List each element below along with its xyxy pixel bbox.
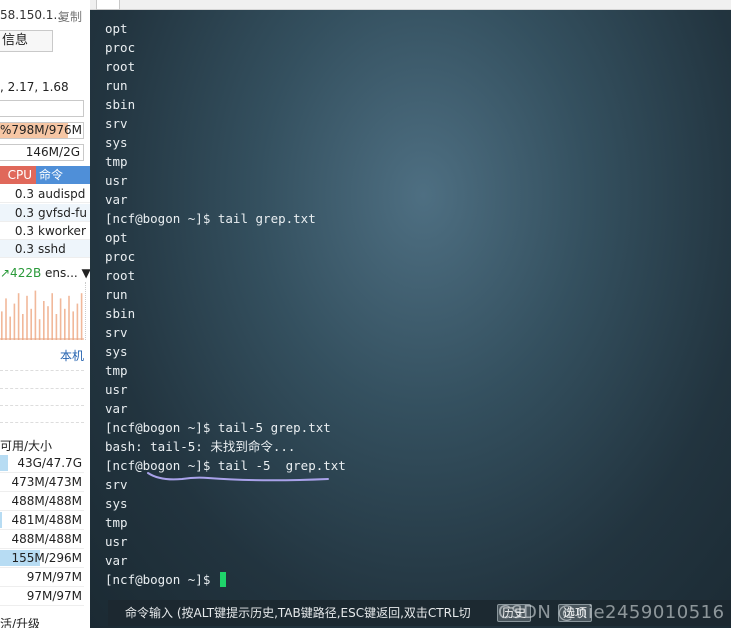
network-chart [0,282,86,340]
process-cpu: 0.3 [14,206,34,220]
disk-table-header: 可用/大小 [0,439,53,453]
process-command: audispd [38,187,86,201]
disk-usage-label: 43G/47.7G [17,456,82,470]
table-row[interactable]: 481M/488M [0,511,84,530]
disk-usage-fill [0,512,2,528]
network-chart-bar [22,314,24,340]
process-command: sshd [38,242,66,256]
network-chart-bar [1,311,3,340]
info-tab[interactable]: 信息 [0,30,53,52]
table-row[interactable]: 43G/47.7G [0,454,84,473]
network-chart-bar [26,295,28,340]
table-row[interactable]: 488M/488M [0,530,84,549]
divider [0,388,84,389]
network-traffic: ↗422B ens... ▼ [0,266,90,280]
network-chart-bar [9,316,11,340]
process-command: gvfsd-fu [38,206,87,220]
activate-link[interactable]: 活/升级 [0,615,40,628]
table-row[interactable]: 488M/488M [0,492,84,511]
copy-ip-button[interactable]: 复制 [58,8,82,25]
memory-usage-bar: %798M/976M [0,122,84,139]
network-chart-bar [76,303,79,340]
terminal-tab-bar [90,0,731,10]
divider [0,370,84,371]
handwritten-underline-annotation [147,472,329,482]
cpu-usage-bar [0,100,84,117]
table-row[interactable]: 97M/97M [0,568,84,587]
csdn-watermark: CSDN @nie2459010516 [498,602,725,623]
network-chart-bar [5,298,7,340]
disk-usage-label: 473M/473M [11,475,82,489]
network-chart-bar [51,293,53,340]
disk-usage-label: 488M/488M [11,494,82,508]
server-ip: 58.150.1... [0,8,65,22]
table-row[interactable]: 473M/473M [0,473,84,492]
table-row[interactable]: 97M/97M [0,587,84,606]
network-chart-bar [47,306,49,340]
disk-usage-fill [0,455,9,471]
table-row[interactable]: 0.3 kworker [0,222,90,240]
server-info-panel: 58.150.1... 复制 信息 , 2.17, 1.68 %798M/976… [0,0,90,628]
table-row[interactable]: 0.3 gvfsd-fu [0,204,90,222]
command-input-bar[interactable]: 命令输入 (按ALT键提示历史,TAB键路径,ESC键返回,双击CTRL切 历史… [108,600,731,626]
disk-usage-label: 155M/296M [11,551,82,565]
network-chart-bar [72,311,74,340]
network-interface: ens... [45,266,78,280]
load-average: , 2.17, 1.68 [0,80,69,94]
memory-usage-label: %798M/976M [0,123,82,137]
network-chart-bar [17,293,20,340]
network-chart-bar [38,319,41,340]
table-row[interactable]: 0.3 audispd [0,185,90,203]
network-chart-bar [13,303,16,340]
command-input-hint: 命令输入 (按ALT键提示历史,TAB键路径,ESC键返回,双击CTRL切 [125,606,471,620]
process-command: kworker [38,224,86,238]
process-cpu: 0.3 [14,187,34,201]
process-table-header: CPU 命令 [0,166,90,184]
swap-usage-label: 146M/2G [25,145,80,159]
terminal-window[interactable]: opt proc root run sbin srv sys tmp usr var [ncf@bo… [90,10,731,628]
interface-dropdown-icon[interactable]: ▼ [82,266,90,280]
terminal-tab[interactable] [96,0,120,10]
divider [0,422,84,423]
upload-rate: ↗422B [0,266,42,280]
underline-stroke [147,472,329,482]
disk-usage-label: 97M/97M [26,589,82,603]
table-row[interactable]: 0.3 sshd [0,240,90,258]
network-chart-bar [59,298,62,340]
process-cpu-column-header[interactable]: CPU [0,166,36,184]
network-chart-bar [80,293,83,340]
network-chart-bar [68,295,70,340]
network-chart-bar [64,308,66,340]
process-cpu: 0.3 [14,224,34,238]
disk-usage-label: 481M/488M [11,513,82,527]
network-chart-bar [30,308,32,340]
divider [0,405,84,406]
network-chart-bar [34,290,37,340]
local-tab[interactable]: 本机 [60,347,84,364]
process-command-column-header[interactable]: 命令 [36,166,90,184]
disk-usage-label: 97M/97M [26,570,82,584]
disk-usage-label: 488M/488M [11,532,82,546]
table-row[interactable]: 155M/296M [0,549,84,568]
swap-usage-bar: 146M/2G [0,144,84,161]
network-chart-bar [43,301,45,340]
process-cpu: 0.3 [14,242,34,256]
network-chart-bar [55,314,58,340]
